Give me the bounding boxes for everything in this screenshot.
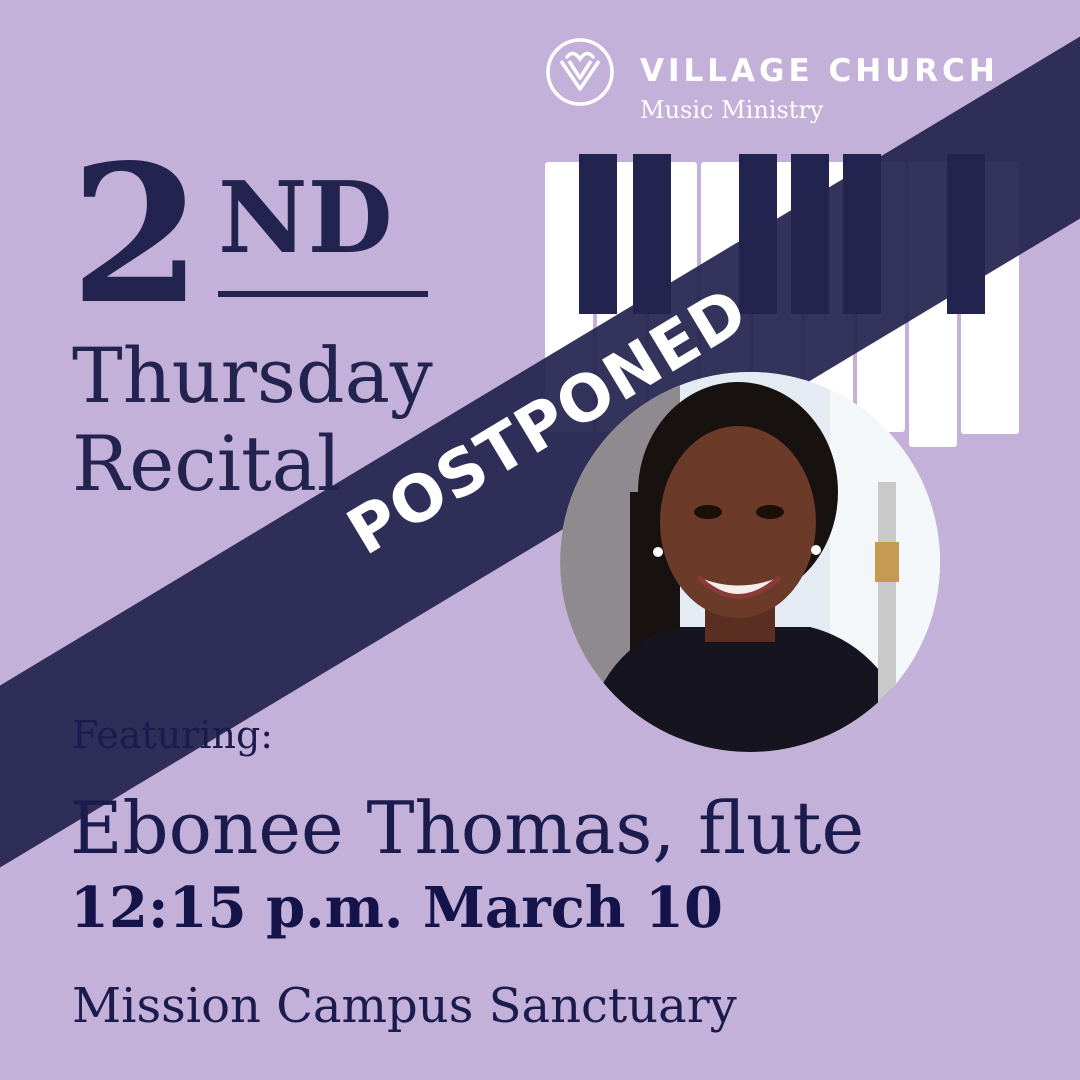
portrait-image <box>560 372 940 752</box>
title-line-2: Recital <box>72 419 342 508</box>
performer-photo <box>560 372 940 752</box>
title-underline <box>218 291 428 297</box>
performer-name: Ebonee Thomas, flute <box>70 786 865 870</box>
title-line-1: Thursday <box>72 331 433 420</box>
event-datetime: 12:15 p.m. March 10 <box>70 875 723 941</box>
title-ordinal-suffix: ND <box>218 161 393 276</box>
featuring-label: Featuring: <box>72 713 274 757</box>
village-church-logo <box>546 38 614 106</box>
event-venue: Mission Campus Sanctuary <box>72 978 737 1034</box>
brand-subtitle: Music Ministry <box>640 96 824 124</box>
brand-name: VILLAGE CHURCH <box>640 53 999 89</box>
title-ordinal-number: 2 <box>70 123 203 346</box>
